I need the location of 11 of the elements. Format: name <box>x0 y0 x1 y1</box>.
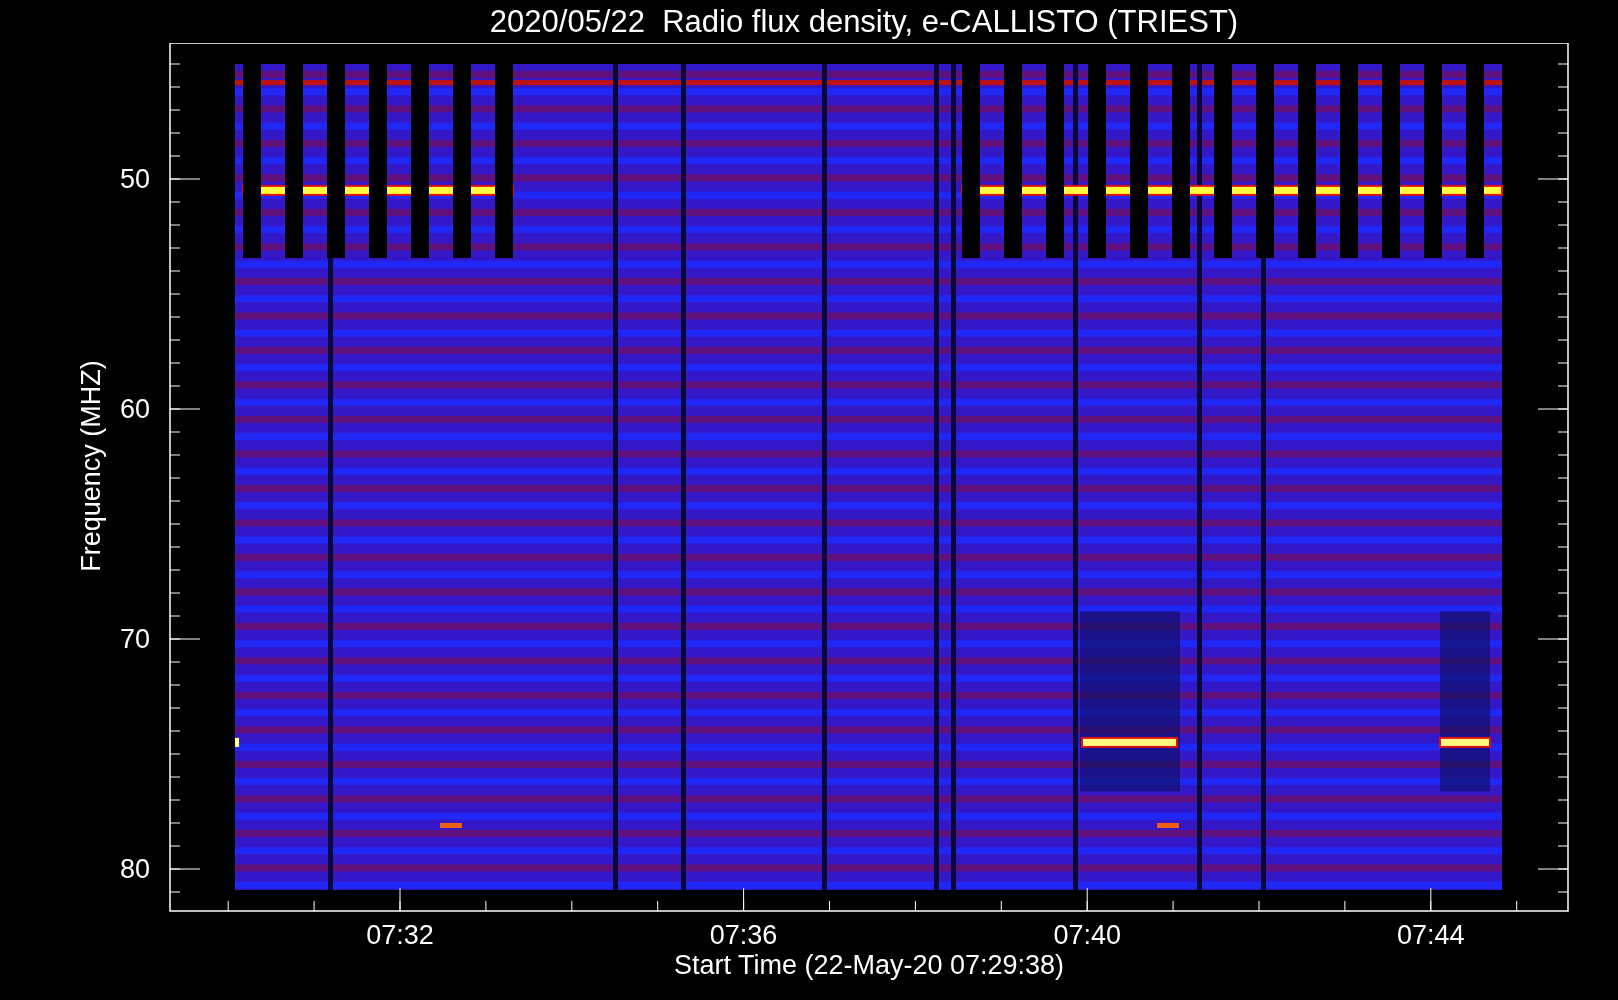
y-tick-label: 50 <box>119 164 150 194</box>
x-tick-label: 07:36 <box>709 920 778 950</box>
chart-title: 2020/05/22 Radio flux density, e-CALLISTO (TRIEST) <box>488 3 1240 41</box>
x-tick-label: 07:40 <box>1053 920 1121 950</box>
x-tick-label: 07:44 <box>1397 920 1465 950</box>
x-axis-label: Start Time (22-May-20 07:29:38) <box>673 950 1065 980</box>
x-tick-label: 07:32 <box>366 920 434 950</box>
y-tick-label: 80 <box>119 854 150 884</box>
y-axis-label: Frequency (MHZ) <box>76 360 106 572</box>
y-tick-label: 70 <box>119 624 150 654</box>
y-tick-label: 60 <box>119 394 150 424</box>
